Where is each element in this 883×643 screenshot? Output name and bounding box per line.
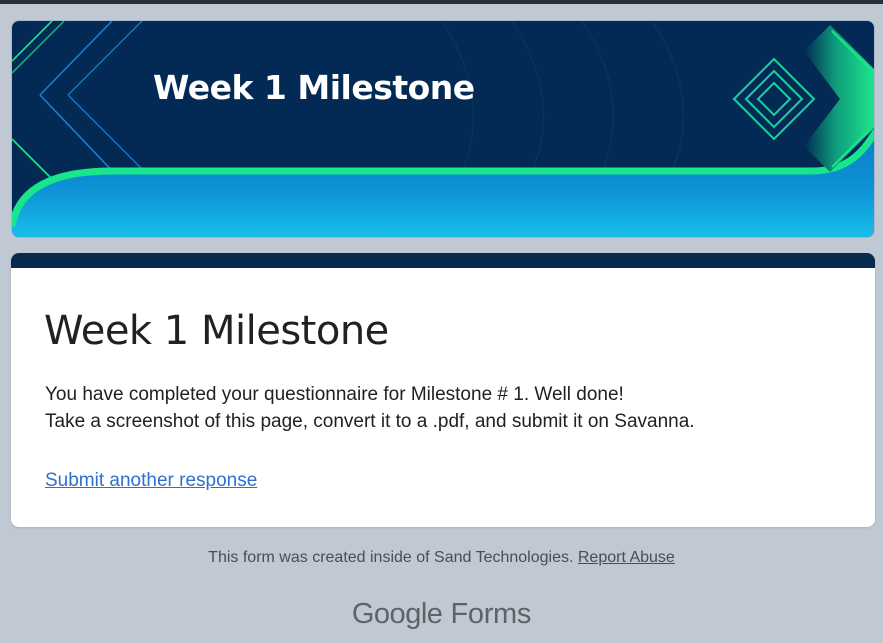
form-title: Week 1 Milestone [44,308,389,354]
confirmation-card: Week 1 Milestone You have completed your… [11,253,875,527]
banner-title: Week 1 Milestone [153,68,475,107]
google-forms-logo[interactable]: Google Forms [0,597,883,631]
submit-another-response-link[interactable]: Submit another response [45,469,257,493]
banner-artwork [12,21,874,237]
report-abuse-link[interactable]: Report Abuse [578,549,675,566]
confirmation-line-2: Take a screenshot of this page, convert … [45,411,695,432]
footer-note: This form was created inside of Sand Tec… [0,548,883,568]
confirmation-line-1: You have completed your questionnaire fo… [45,384,624,405]
confirmation-message: You have completed your questionnaire fo… [45,381,695,435]
footer-created-text: This form was created inside of Sand Tec… [208,549,574,566]
google-wordmark: Google [351,598,443,630]
forms-wordmark: Forms [450,598,532,630]
browser-top-edge [0,0,883,4]
form-header-banner: Week 1 Milestone [11,20,875,238]
card-accent-bar [11,253,875,268]
